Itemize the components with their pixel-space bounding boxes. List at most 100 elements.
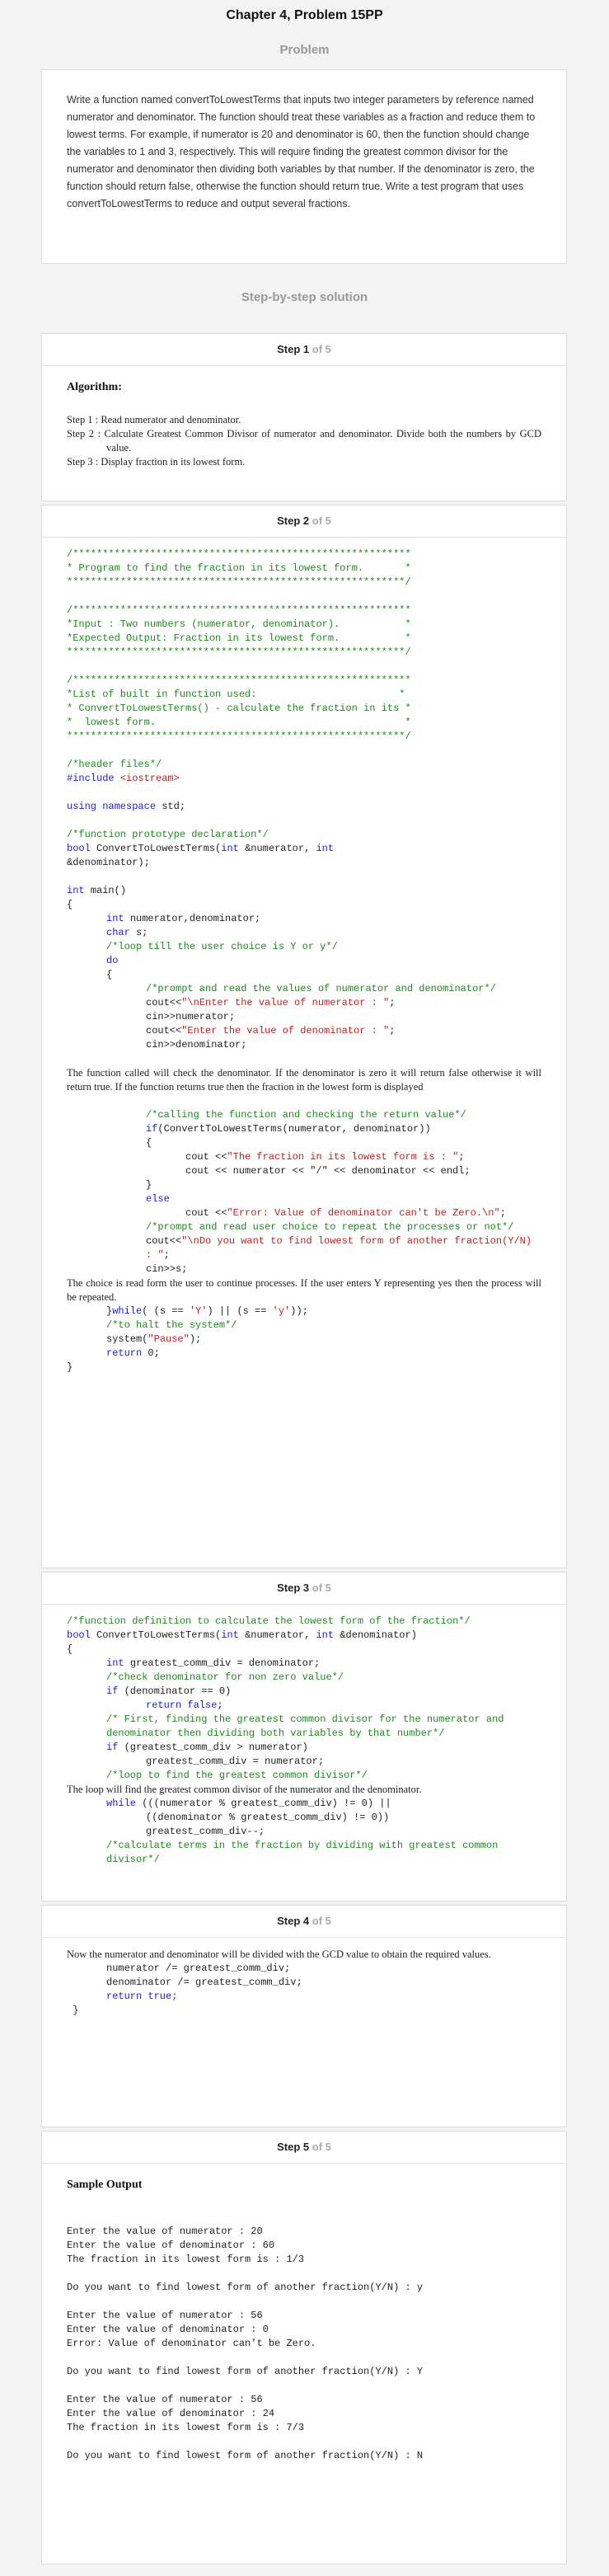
step-header: Step 5 of 5 xyxy=(42,2132,566,2164)
code-line: cin>>numerator; xyxy=(146,1011,236,1022)
code-keyword: if xyxy=(146,1123,158,1135)
step-number: 3 xyxy=(302,1582,310,1594)
code-line: The fraction in its lowest form is : 7/3 xyxy=(67,2422,305,2433)
code-text: &numerator, xyxy=(245,1629,316,1641)
step-body: Now the numerator and denominator will b… xyxy=(42,1938,566,2029)
code-text: cout << xyxy=(185,1151,227,1163)
code-line: * lowest form. * xyxy=(67,717,411,728)
code-string: "Pause" xyxy=(148,1333,190,1345)
code-line: ****************************************… xyxy=(67,646,411,658)
code-line: Enter the value of numerator : 20 xyxy=(67,2226,263,2237)
step-of-total: of 5 xyxy=(312,1582,331,1594)
code-line: * ConvertToLowestTerms() - calculate the… xyxy=(67,703,411,714)
code-line: { xyxy=(106,969,113,980)
step-header: Step 3 of 5 xyxy=(42,1572,566,1605)
code-line: int greatest_comm_div = denominator; xyxy=(67,1657,541,1671)
code-text: cout << xyxy=(185,1207,227,1219)
code-text: (ConvertToLowestTerms(numerator, denomin… xyxy=(157,1123,431,1135)
code-string: 'Y' xyxy=(189,1305,208,1317)
section-heading: Algorithm: xyxy=(67,381,122,393)
code-keyword: char xyxy=(106,927,137,938)
code-keyword: int xyxy=(221,1629,246,1641)
code-text: ; xyxy=(499,1207,506,1219)
step-label: Step xyxy=(277,1582,301,1594)
step-card-3: Step 3 of 5 /*function definition to cal… xyxy=(41,1572,567,1901)
code-text: &denominator) xyxy=(340,1629,417,1641)
code-text: greatest_comm_div = denominator; xyxy=(129,1657,321,1669)
code-line: } xyxy=(67,2005,79,2016)
step-of-total: of 5 xyxy=(312,1915,331,1927)
code-keyword: int xyxy=(221,843,246,854)
code-line: /*header files*/ xyxy=(67,759,162,770)
code-line: Do you want to find lowest form of anoth… xyxy=(67,2366,424,2377)
code-text: system( xyxy=(106,1333,148,1345)
code-string: "The fraction in its lowest form is : " xyxy=(227,1151,459,1163)
code-keyword: using namespace xyxy=(67,801,162,812)
explanation-text: Step 2 : Calculate Greatest Common Divis… xyxy=(67,428,541,454)
step-card-1: Step 1 of 5 Algorithm: Step 1 : Read nume… xyxy=(41,333,567,501)
code-string: 'y' xyxy=(272,1305,291,1317)
code-line: denominator /= greatest_comm_div; xyxy=(106,1977,302,1988)
step-body: /*function definition to calculate the l… xyxy=(42,1605,566,1878)
code-line: /***************************************… xyxy=(67,604,411,616)
step-body: Sample Output Enter the value of numerato… xyxy=(42,2164,566,2475)
code-text: ) || (s == xyxy=(207,1305,273,1317)
code-line: The fraction in its lowest form is : 1/3 xyxy=(67,2254,305,2265)
code-line: while (((numerator % greatest_comm_div) … xyxy=(67,1797,541,1811)
code-line: Enter the value of denominator : 24 xyxy=(67,2408,275,2419)
code-line: if (greatest_comm_div > numerator) xyxy=(67,1741,541,1755)
code-string: "Enter the value of denominator : " xyxy=(181,1025,390,1037)
code-line: else xyxy=(146,1193,170,1205)
problem-text: Write a function named convertToLowestTe… xyxy=(67,94,536,209)
code-line: char s; xyxy=(67,926,541,940)
code-text: (denominator == 0) xyxy=(124,1685,232,1697)
code-line: #include <iostream> xyxy=(67,772,541,786)
code-line: int numerator,denominator; xyxy=(67,912,541,926)
step-label: Step xyxy=(277,515,301,527)
code-text: (((numerator % greatest_comm_div) != 0) … xyxy=(142,1798,391,1809)
code-line: *Expected Output: Fraction in its lowest… xyxy=(67,632,411,644)
step-number: 5 xyxy=(302,2141,310,2153)
code-line: bool ConvertToLowestTerms(int &numerator… xyxy=(67,1629,541,1643)
code-line: system("Pause"); xyxy=(67,1333,541,1347)
code-line: numerator /= greatest_comm_div; xyxy=(106,1963,291,1974)
solution-heading: Step-by-step solution xyxy=(241,290,368,304)
code-line: return true; xyxy=(106,1991,178,2002)
code-text: numerator,denominator; xyxy=(129,913,261,924)
code-keyword: while xyxy=(112,1305,143,1317)
problem-card: Write a function named convertToLowestTe… xyxy=(41,69,567,264)
step-label: Step xyxy=(277,343,301,355)
section-heading: Sample Output xyxy=(67,2179,143,2191)
code-line: return 0; xyxy=(67,1347,541,1361)
code-line: do xyxy=(106,955,119,966)
code-line: greatest_comm_div = numerator; xyxy=(146,1756,325,1767)
step-label: Step xyxy=(277,2141,301,2153)
code-text: 0; xyxy=(148,1347,160,1359)
code-line: cout<<"\nDo you want to find lowest form… xyxy=(67,1234,541,1262)
code-keyword: while xyxy=(106,1798,143,1809)
code-line: Enter the value of denominator : 60 xyxy=(67,2240,275,2251)
code-line: Enter the value of numerator : 56 xyxy=(67,2394,263,2405)
explanation-text: Now the numerator and denominator will b… xyxy=(67,1948,491,1960)
step-card-2: Step 2 of 5 /***************************… xyxy=(41,505,567,1568)
step-of-total: of 5 xyxy=(312,343,331,355)
code-line: /***************************************… xyxy=(67,675,411,686)
code-line: cin>>s; xyxy=(146,1263,188,1275)
code-text: ; xyxy=(458,1151,465,1163)
code-line: /*prompt and read the values of numerato… xyxy=(146,983,496,994)
step-label: Step xyxy=(277,1915,301,1927)
code-text: ; xyxy=(389,997,396,1008)
code-keyword: bool xyxy=(67,1629,97,1641)
code-keyword: if xyxy=(106,1742,124,1753)
code-line: if(ConvertToLowestTerms(numerator, denom… xyxy=(67,1122,541,1136)
